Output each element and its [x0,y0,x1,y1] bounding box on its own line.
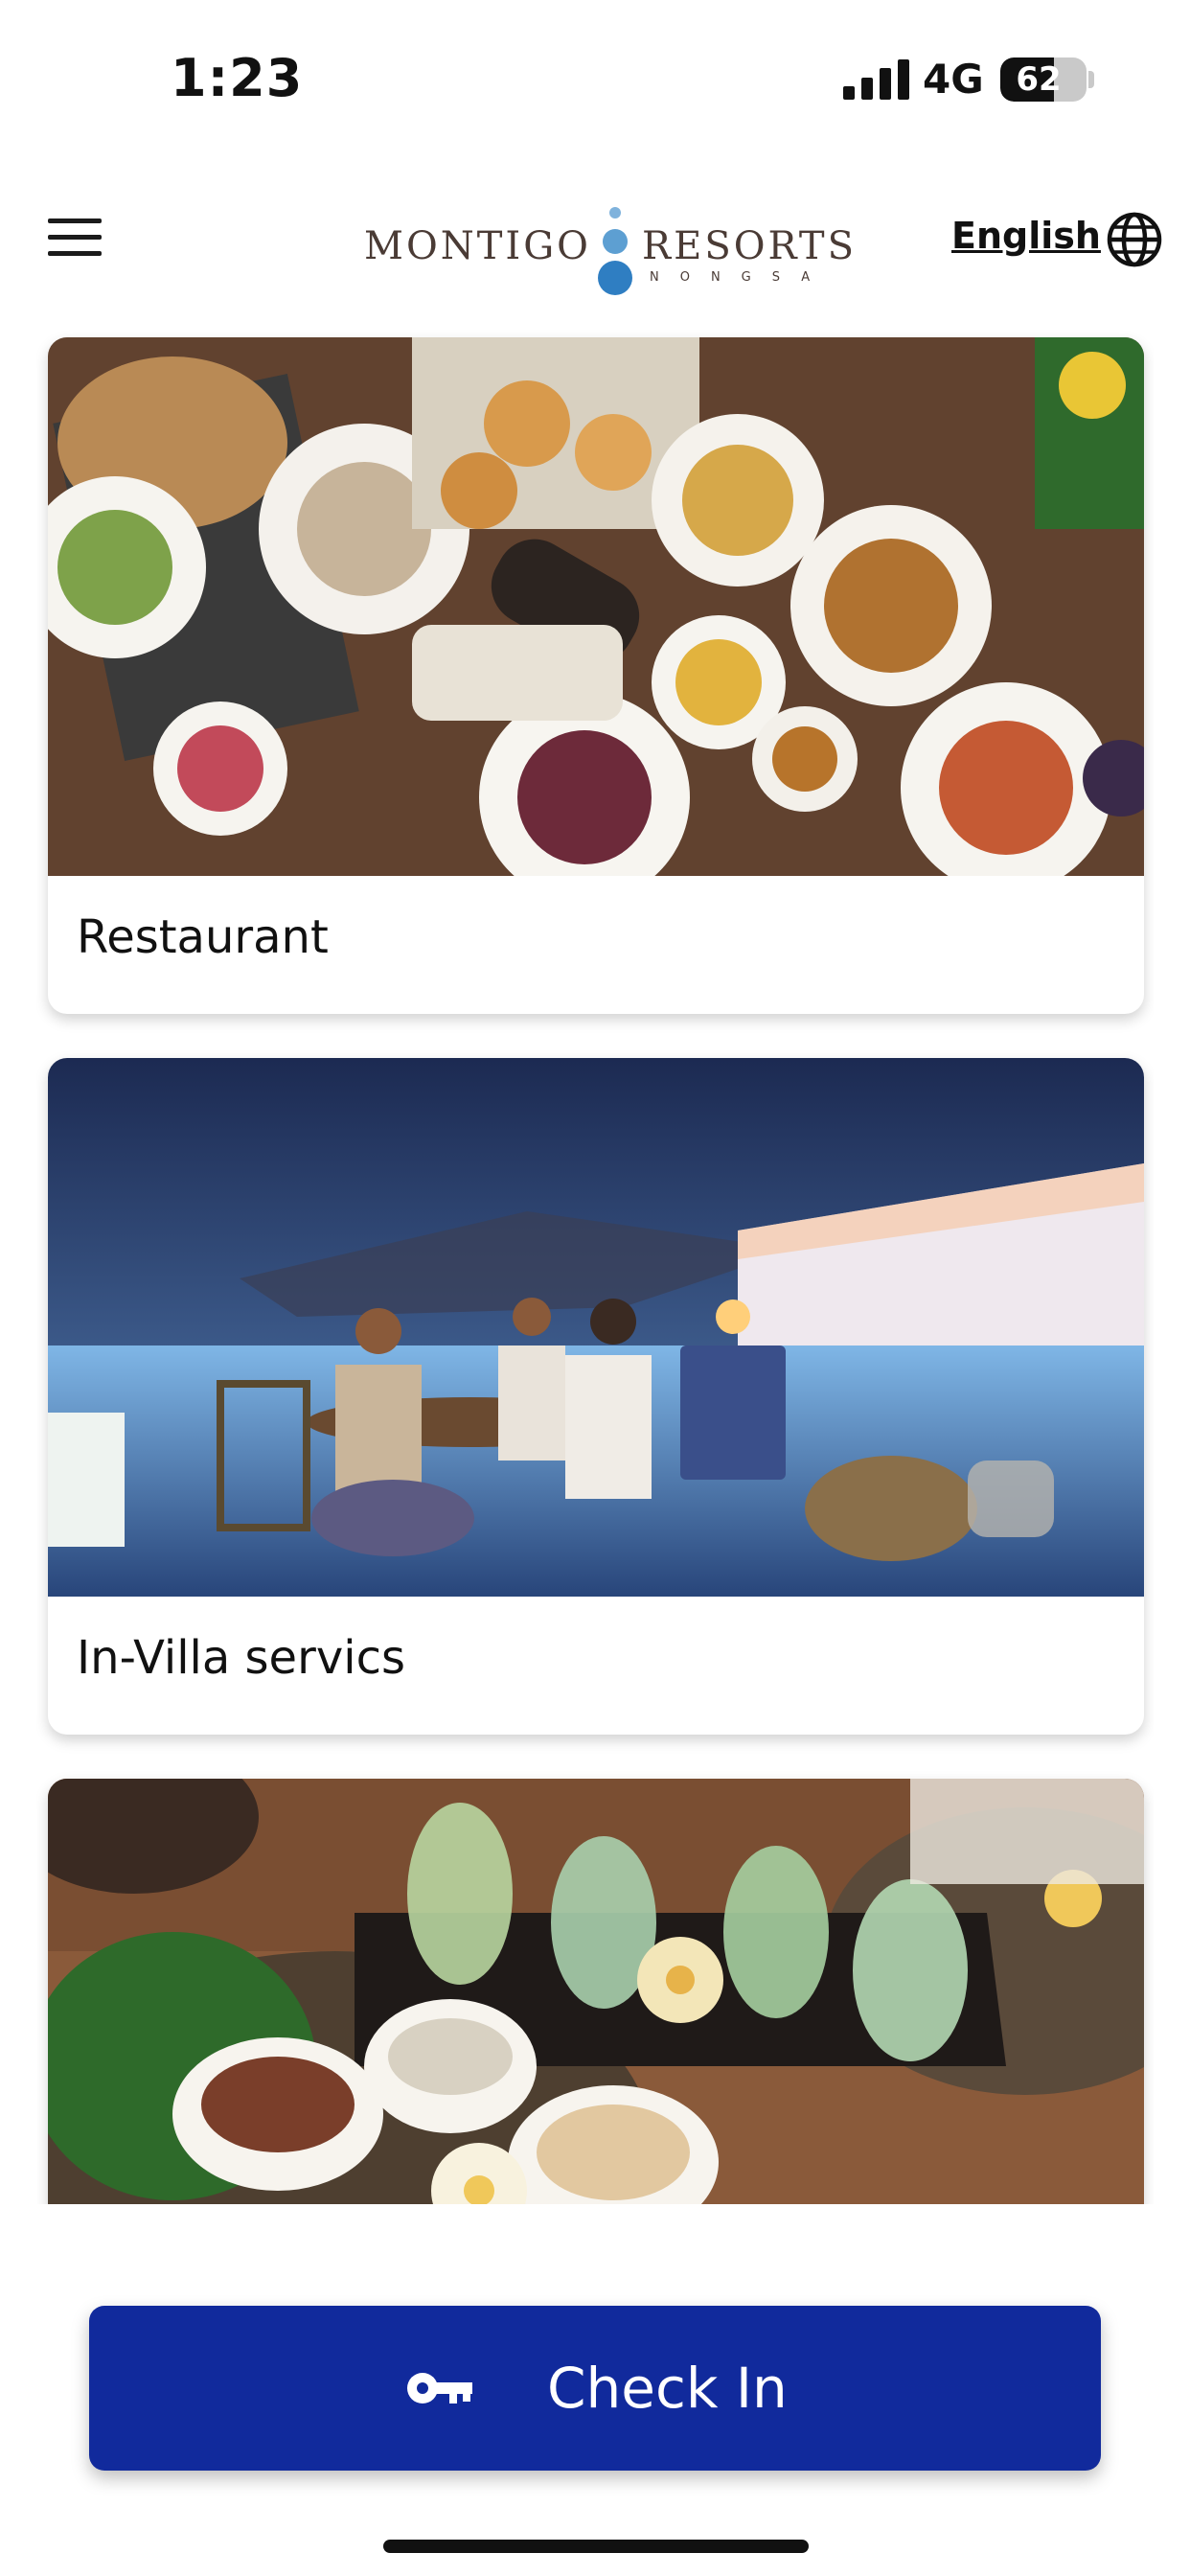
globe-icon[interactable] [1106,211,1163,268]
logo-text-montigo: MONTIGO [364,224,591,268]
battery-level: 62 [1016,60,1062,99]
villa-dinner-photo [48,1058,1144,1597]
resort-logo: MONTIGO RESORTS NONGSA [364,192,854,297]
key-icon [407,2373,472,2404]
food-spread-photo [48,337,1144,876]
home-indicator[interactable] [383,2540,809,2553]
card-title: In-Villa servics [77,1631,405,1685]
hamburger-icon[interactable] [48,218,102,257]
app-header: MONTIGO RESORTS NONGSA English [0,182,1190,307]
service-list: Restaurant In-Villa servics [36,326,1154,2204]
logo-dots-icon [598,207,632,295]
battery-icon: 62 [1000,58,1087,102]
logo-text-nongsa: NONGSA [650,270,832,285]
signal-icon [843,59,909,100]
status-bar: 1:23 4G 62 [0,0,1190,144]
check-in-button[interactable]: Check In [89,2306,1101,2471]
card-restaurant[interactable]: Restaurant [48,337,1144,1014]
card-title: Restaurant [77,910,329,964]
status-time: 1:23 [171,48,304,108]
battery-cap [1088,71,1094,88]
language-selector[interactable]: English [951,215,1101,257]
card-in-villa-services[interactable]: In-Villa servics [48,1058,1144,1735]
spa-oils-photo [48,1779,1144,2204]
card-spa[interactable] [48,1779,1144,2204]
check-in-label: Check In [547,2356,788,2421]
network-type: 4G [923,56,984,103]
logo-text-resorts: RESORTS [642,224,858,268]
